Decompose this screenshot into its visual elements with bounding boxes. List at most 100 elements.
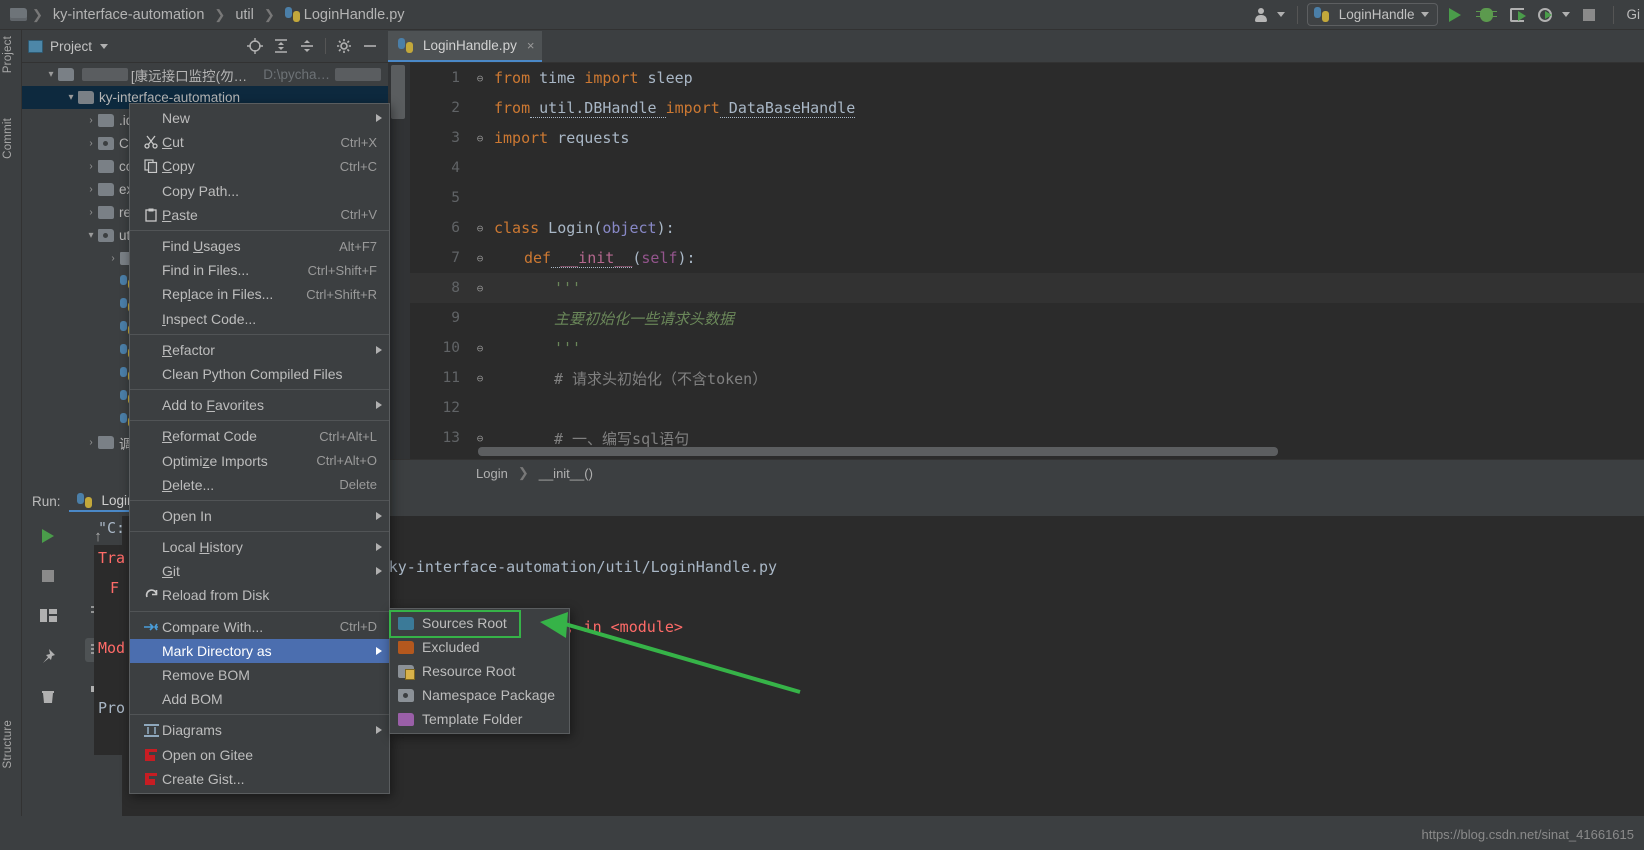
fold-marker[interactable]: ⊖ <box>472 132 488 145</box>
hide-icon[interactable] <box>362 38 378 54</box>
chevron-right-icon[interactable]: › <box>84 437 98 448</box>
menu-item-new[interactable]: New <box>130 106 389 130</box>
chevron-down-icon[interactable] <box>100 44 108 49</box>
menu-item-reformat-code[interactable]: Reformat Code Ctrl+Alt+L <box>130 424 389 448</box>
breadcrumb-item-folder[interactable]: util <box>230 7 259 23</box>
folder-icon <box>10 8 27 21</box>
chevron-down-icon[interactable]: ▾ <box>64 92 78 103</box>
chevron-right-icon[interactable]: › <box>84 184 98 195</box>
breadcrumb-method[interactable]: __init__() <box>539 466 593 481</box>
fold-marker[interactable]: ⊖ <box>472 222 488 235</box>
fold-marker[interactable]: ⊖ <box>472 252 488 265</box>
fold-marker[interactable]: ⊖ <box>472 432 488 445</box>
breadcrumb-item-file[interactable]: LoginHandle.py <box>280 7 410 23</box>
fold-marker[interactable]: ⊖ <box>472 72 488 85</box>
locate-icon[interactable] <box>247 38 263 54</box>
menu-item-git[interactable]: Git <box>130 559 389 583</box>
run-icon[interactable] <box>1438 3 1472 27</box>
run-configuration-selector[interactable]: LoginHandle <box>1307 3 1438 26</box>
menu-item-label: Create Gist... <box>162 771 389 787</box>
code-editor[interactable]: 1 ⊖ from time import sleep 2 from util.D… <box>388 63 1644 459</box>
menu-separator <box>130 531 389 532</box>
menu-separator <box>130 334 389 335</box>
menu-item-replace-in-files[interactable]: Replace in Files... Ctrl+Shift+R <box>130 282 389 306</box>
menu-item-optimize-imports[interactable]: Optimize Imports Ctrl+Alt+O <box>130 448 389 472</box>
menu-item-inspect-code[interactable]: Inspect Code... <box>130 307 389 331</box>
menu-item-open-on-gitee[interactable]: Open on Gitee <box>130 743 389 767</box>
debug-icon[interactable] <box>1472 3 1502 27</box>
menu-item-local-history[interactable]: Local History <box>130 535 389 559</box>
menu-item-delete[interactable]: Delete... Delete <box>130 473 389 497</box>
collapse-all-icon[interactable] <box>299 38 315 54</box>
submenu-item-label: Sources Root <box>422 615 507 631</box>
console-fragment-mod: Mod <box>98 639 125 657</box>
pin-icon[interactable] <box>35 644 61 668</box>
account-icon[interactable] <box>1248 3 1274 27</box>
menu-item-reload-from-disk[interactable]: Reload from Disk <box>130 583 389 607</box>
menu-item-paste[interactable]: Paste Ctrl+V <box>130 203 389 227</box>
menu-item-add-bom[interactable]: Add BOM <box>130 687 389 711</box>
tool-button-project[interactable]: Project <box>2 36 14 73</box>
editor-horizontal-scrollbar[interactable] <box>478 447 1578 456</box>
breadcrumb-separator: ❯ <box>29 7 46 23</box>
menu-item-cut[interactable]: Cut Ctrl+X <box>130 130 389 154</box>
code-area[interactable]: 1 ⊖ from time import sleep 2 from util.D… <box>410 63 1644 459</box>
paste-icon <box>140 208 162 222</box>
stop-icon[interactable] <box>35 564 61 588</box>
editor-scrollbar-left[interactable] <box>388 63 410 459</box>
menu-item-add-to-favorites[interactable]: Add to Favorites <box>130 393 389 417</box>
chevron-right-icon[interactable]: › <box>106 253 120 264</box>
account-chevron-down-icon[interactable] <box>1274 3 1288 27</box>
menu-item-compare-with[interactable]: Compare With... Ctrl+D <box>130 615 389 639</box>
breadcrumb: ❯ ky-interface-automation ❯ util ❯ Login… <box>0 7 410 23</box>
layout-icon[interactable] <box>35 604 61 628</box>
chevron-down-icon[interactable]: ▾ <box>84 230 98 241</box>
close-icon[interactable]: × <box>523 38 535 53</box>
menu-item-shortcut: Ctrl+Shift+F <box>308 263 389 278</box>
menu-item-mark-directory-as[interactable]: Mark Directory as <box>130 639 389 663</box>
submenu-item-template-folder[interactable]: Template Folder <box>390 707 569 731</box>
expand-all-icon[interactable] <box>273 38 289 54</box>
menu-item-diagrams[interactable]: Diagrams <box>130 718 389 742</box>
fold-marker[interactable]: ⊖ <box>472 372 488 385</box>
trash-icon[interactable] <box>35 684 61 708</box>
git-menu-label[interactable]: Gi <box>1623 7 1641 22</box>
scrollbar-thumb[interactable] <box>391 65 405 119</box>
profile-icon[interactable] <box>1532 3 1558 27</box>
settings-gear-icon[interactable] <box>336 38 352 54</box>
run-label: Run: <box>32 494 61 509</box>
tree-row-project-root[interactable]: ▾ [康远接口监控(勿删)] D:\pycharm <box>22 63 388 86</box>
menu-item-remove-bom[interactable]: Remove BOM <box>130 663 389 687</box>
menu-item-clean-python-compiled-files[interactable]: Clean Python Compiled Files <box>130 362 389 386</box>
menu-item-copy[interactable]: Copy Ctrl+C <box>130 154 389 178</box>
scrollbar-thumb[interactable] <box>478 447 1278 456</box>
chevron-right-icon[interactable]: › <box>84 138 98 149</box>
breadcrumb-item-project[interactable]: ky-interface-automation <box>48 7 210 23</box>
context-menu[interactable]: New Cut Ctrl+X Copy Ctrl+C Copy Path... <box>129 103 390 794</box>
menu-item-shortcut: Ctrl+C <box>340 159 389 174</box>
menu-item-open-in[interactable]: Open In <box>130 504 389 528</box>
profile-chevron-down-icon[interactable] <box>1558 3 1574 27</box>
menu-item-find-usages[interactable]: Find Usages Alt+F7 <box>130 234 389 258</box>
stop-icon[interactable] <box>1574 3 1604 27</box>
code-text: def __init__(self): <box>488 249 696 267</box>
menu-item-refactor[interactable]: Refactor <box>130 338 389 362</box>
menu-item-label: Remove BOM <box>162 667 389 683</box>
chevron-right-icon[interactable]: › <box>84 161 98 172</box>
line-number: 5 <box>410 190 472 206</box>
fold-marker[interactable]: ⊖ <box>472 282 488 295</box>
chevron-right-icon[interactable]: › <box>84 115 98 126</box>
editor-tab-loginhandle[interactable]: LoginHandle.py × <box>388 31 542 62</box>
menu-item-create-gist[interactable]: Create Gist... <box>130 767 389 791</box>
chevron-down-icon[interactable]: ▾ <box>44 69 58 80</box>
tool-button-commit[interactable]: Commit <box>2 118 14 159</box>
fold-marker[interactable]: ⊖ <box>472 342 488 355</box>
breadcrumb-class[interactable]: Login <box>476 466 508 481</box>
chevron-right-icon[interactable]: › <box>84 207 98 218</box>
console-fragment-pro: Pro <box>98 699 125 717</box>
run-with-coverage-icon[interactable] <box>1502 3 1532 27</box>
rerun-icon[interactable] <box>35 524 61 548</box>
menu-item-copy-path[interactable]: Copy Path... <box>130 179 389 203</box>
menu-item-find-in-files[interactable]: Find in Files... Ctrl+Shift+F <box>130 258 389 282</box>
tool-button-structure[interactable]: Structure <box>2 720 14 768</box>
